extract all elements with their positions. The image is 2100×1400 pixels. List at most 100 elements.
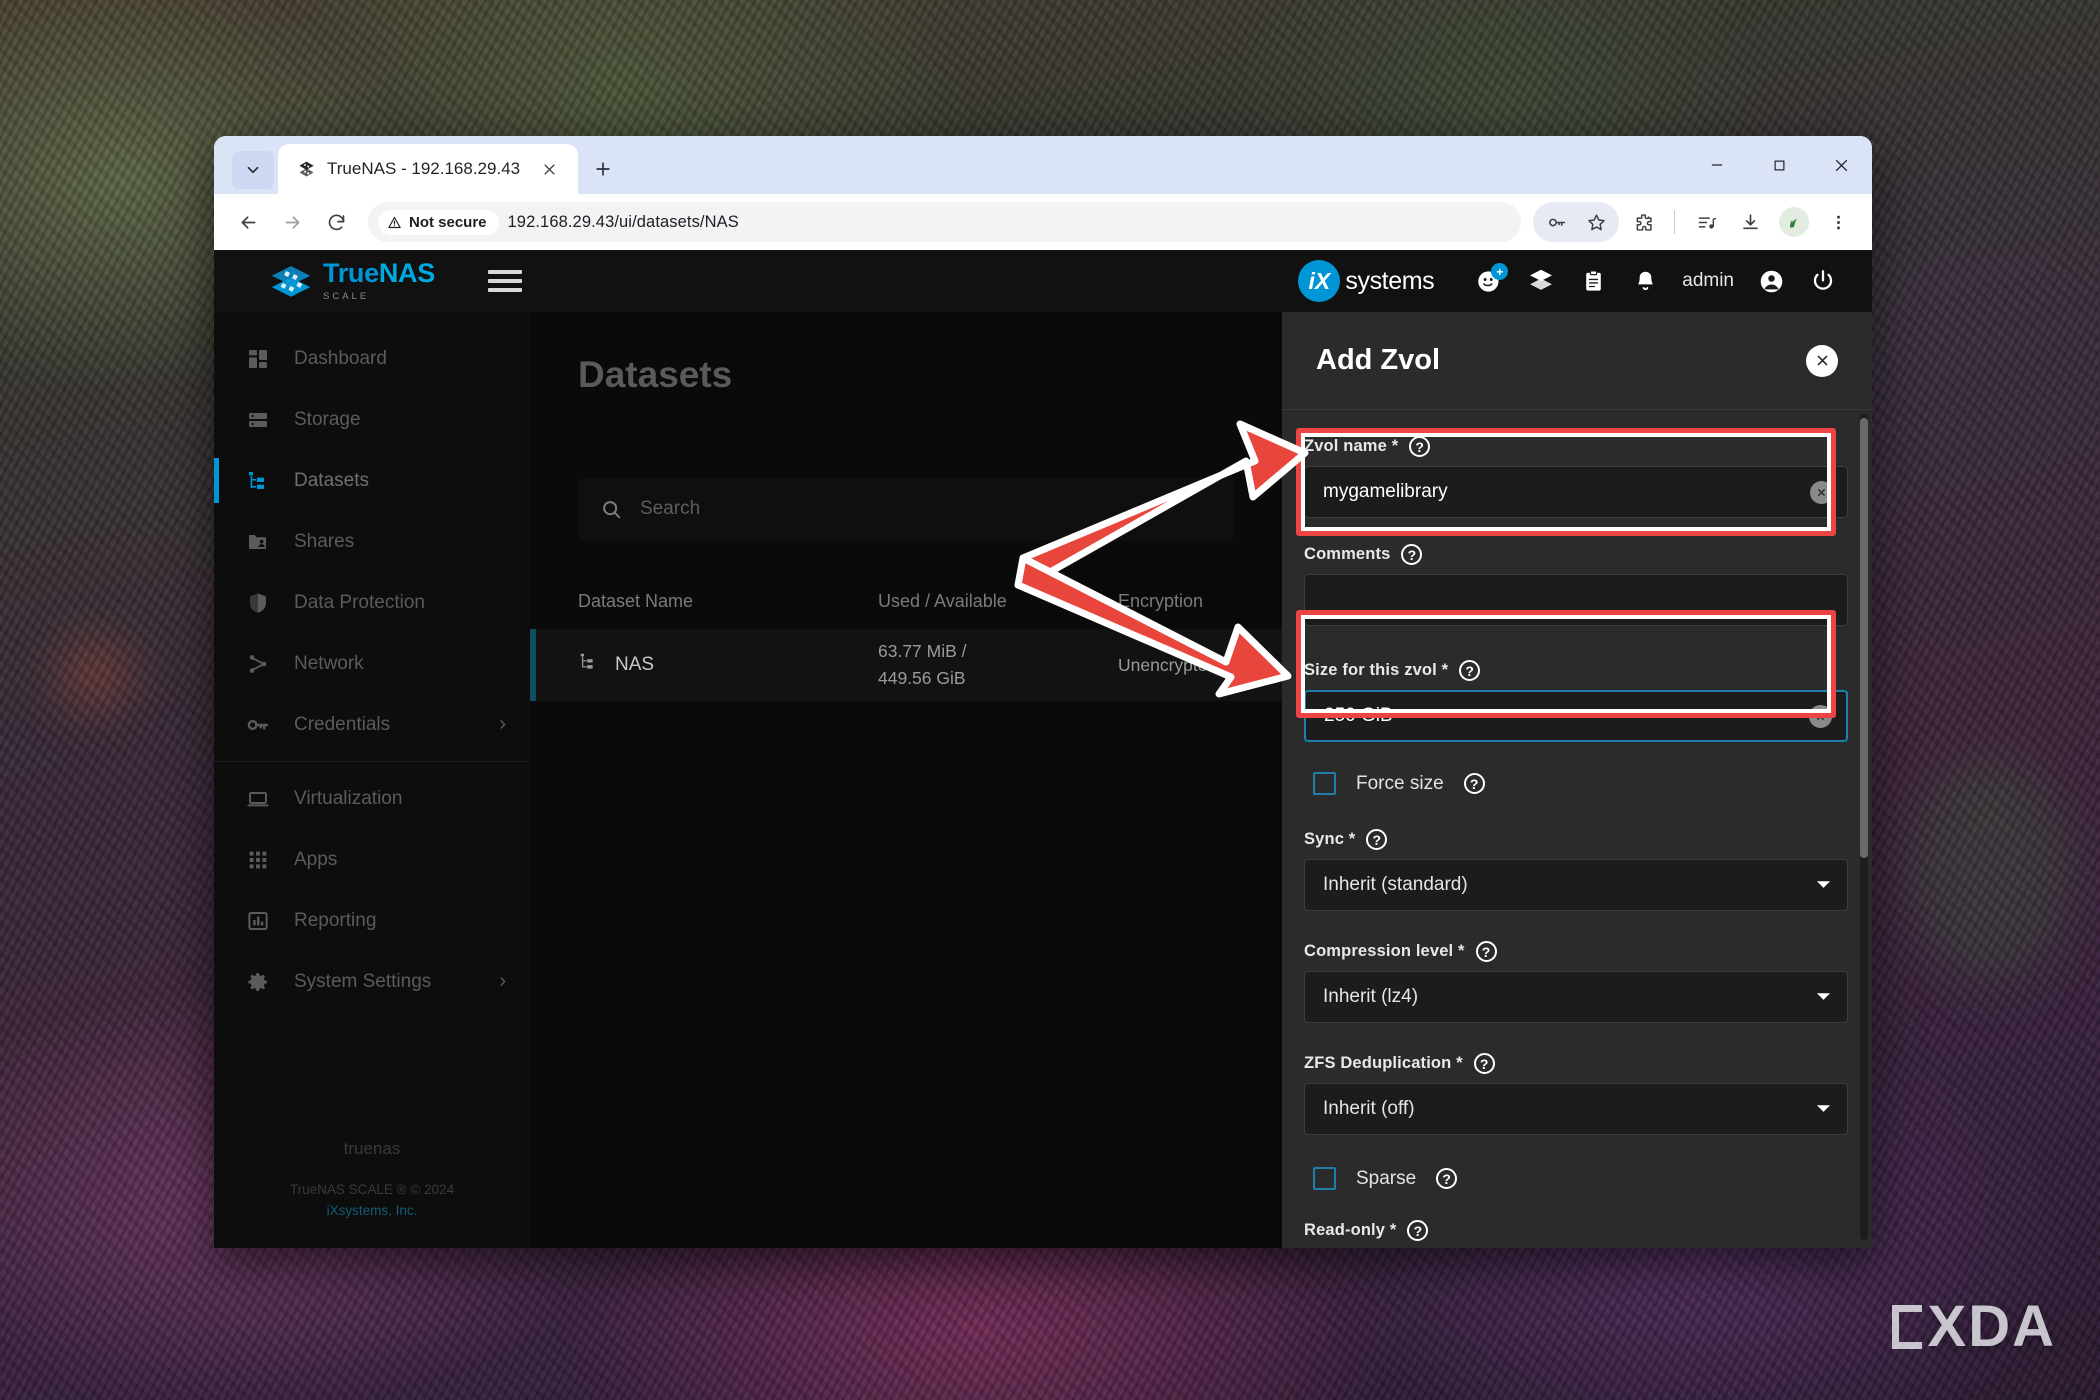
comments-input[interactable] bbox=[1304, 574, 1848, 626]
field-comments: Comments ? bbox=[1304, 544, 1848, 626]
security-indicator[interactable]: Not secure bbox=[378, 209, 499, 235]
notifications-bell-button[interactable] bbox=[1630, 266, 1660, 296]
sidebar-item-credentials[interactable]: Credentials › bbox=[214, 694, 530, 755]
clear-icon[interactable] bbox=[1810, 480, 1833, 504]
help-circle-icon[interactable]: ? bbox=[1475, 941, 1497, 962]
media-list-button[interactable] bbox=[1686, 202, 1726, 242]
jobs-clipboard-button[interactable] bbox=[1578, 266, 1608, 296]
chart-bars-icon bbox=[244, 907, 272, 935]
security-label: Not secure bbox=[409, 213, 487, 231]
sidebar-item-label: Credentials bbox=[294, 713, 391, 735]
apps-grid-icon bbox=[244, 846, 272, 874]
user-avatar-button[interactable] bbox=[1756, 266, 1786, 296]
truenas-brand[interactable]: TrueNAS SCALE bbox=[214, 259, 458, 303]
panel-header: Add Zvol bbox=[1282, 312, 1872, 410]
chevron-down-icon bbox=[1816, 878, 1831, 893]
apps-cube-button[interactable] bbox=[1526, 266, 1556, 296]
help-circle-icon[interactable]: ? bbox=[1409, 436, 1431, 457]
sidebar-item-system-settings[interactable]: System Settings › bbox=[214, 951, 530, 1012]
back-button[interactable] bbox=[228, 202, 268, 242]
sidebar-item-network[interactable]: Network bbox=[214, 633, 530, 694]
sidebar-item-virtualization[interactable]: Virtualization bbox=[214, 768, 530, 829]
datasets-tree-icon bbox=[244, 467, 272, 495]
sidebar-item-shares[interactable]: Shares bbox=[214, 511, 530, 572]
help-circle-icon[interactable]: ? bbox=[1366, 829, 1388, 850]
browser-toolbar: Not secure 192.168.29.43/ui/datasets/NAS bbox=[214, 194, 1872, 250]
field-read-only: Read-only * ? bbox=[1304, 1220, 1848, 1241]
search-input[interactable]: Search bbox=[578, 478, 1234, 540]
panel-title: Add Zvol bbox=[1316, 344, 1441, 376]
help-circle-icon[interactable]: ? bbox=[1407, 1220, 1429, 1241]
password-key-button[interactable] bbox=[1536, 202, 1576, 242]
xda-bracket-icon bbox=[1891, 1305, 1922, 1349]
forward-button[interactable] bbox=[272, 202, 312, 242]
compression-select[interactable]: Inherit (lz4) bbox=[1304, 971, 1848, 1023]
force-size-checkbox[interactable] bbox=[1313, 772, 1336, 795]
browser-tab[interactable]: TrueNAS - 192.168.29.43 bbox=[278, 144, 578, 194]
tab-search-button[interactable] bbox=[232, 151, 274, 189]
compression-value: Inherit (lz4) bbox=[1323, 986, 1419, 1007]
truenas-favicon bbox=[296, 159, 316, 179]
add-user-badge: + bbox=[1491, 263, 1509, 280]
dedup-select[interactable]: Inherit (off) bbox=[1304, 1083, 1848, 1135]
help-circle-icon[interactable]: ? bbox=[1401, 544, 1423, 565]
panel-scrollbar[interactable] bbox=[1860, 414, 1868, 1240]
browser-menu-button[interactable] bbox=[1818, 202, 1858, 242]
shares-folder-icon bbox=[244, 528, 272, 556]
reload-button[interactable] bbox=[316, 202, 356, 242]
sidebar-item-dashboard[interactable]: Dashboard bbox=[214, 328, 530, 389]
panel-close-button[interactable] bbox=[1806, 344, 1838, 377]
minimize-button[interactable] bbox=[1686, 136, 1748, 194]
clear-icon[interactable] bbox=[1809, 704, 1832, 728]
sidebar-item-data-protection[interactable]: Data Protection bbox=[214, 572, 530, 633]
media-list-icon bbox=[1698, 216, 1716, 228]
extensions-button[interactable] bbox=[1623, 202, 1663, 242]
truenas-logo-icon bbox=[270, 264, 312, 298]
sidebar-item-datasets[interactable]: Datasets bbox=[214, 450, 530, 511]
close-window-button[interactable] bbox=[1810, 136, 1872, 194]
scrollbar-thumb[interactable] bbox=[1860, 418, 1868, 858]
bookmark-button[interactable] bbox=[1576, 202, 1616, 242]
help-circle-icon[interactable]: ? bbox=[1436, 1168, 1458, 1189]
zvol-name-input[interactable]: mygamelibrary bbox=[1304, 466, 1848, 518]
address-bar[interactable]: Not secure 192.168.29.43/ui/datasets/NAS bbox=[368, 202, 1521, 242]
table-row[interactable]: NAS 63.77 MiB / 449.56 GiB Unencrypted bbox=[530, 629, 1282, 701]
table-header: Dataset Name Used / Available Encryption… bbox=[530, 582, 1282, 620]
help-circle-icon[interactable]: ? bbox=[1463, 773, 1485, 794]
sidebar-item-label: Apps bbox=[294, 848, 338, 870]
sync-value: Inherit (standard) bbox=[1323, 874, 1468, 895]
profile-button[interactable] bbox=[1774, 202, 1814, 242]
size-input[interactable]: 250 GiB bbox=[1304, 690, 1848, 742]
shield-icon bbox=[244, 589, 272, 617]
profile-avatar-icon bbox=[1779, 207, 1809, 237]
help-circle-icon[interactable]: ? bbox=[1473, 1053, 1495, 1074]
help-circle-icon[interactable]: ? bbox=[1459, 660, 1481, 681]
add-user-button[interactable]: + bbox=[1474, 263, 1509, 296]
extensions-puzzle-icon bbox=[1636, 213, 1652, 231]
maximize-button[interactable] bbox=[1748, 136, 1810, 194]
downloads-button[interactable] bbox=[1730, 202, 1770, 242]
sidebar-item-storage[interactable]: Storage bbox=[214, 389, 530, 450]
laptop-icon bbox=[244, 785, 272, 813]
add-zvol-panel: Add Zvol Zvol name * ? mygamelibrary Com… bbox=[1282, 312, 1872, 1248]
sparse-checkbox[interactable] bbox=[1313, 1167, 1336, 1190]
new-tab-button[interactable] bbox=[588, 154, 618, 184]
xda-watermark: XDA bbox=[1891, 1298, 2056, 1356]
chevron-right-icon: › bbox=[499, 713, 506, 735]
power-button[interactable] bbox=[1808, 266, 1838, 296]
sidebar-item-apps[interactable]: Apps bbox=[214, 829, 530, 890]
sidebar-item-reporting[interactable]: Reporting bbox=[214, 890, 530, 951]
column-header-encryption: Encryption bbox=[1118, 590, 1204, 611]
footer-company-link[interactable]: iXsystems, Inc. bbox=[327, 1203, 418, 1218]
force-size-row[interactable]: Force size ? bbox=[1313, 772, 1848, 795]
key-icon bbox=[244, 711, 272, 739]
sidebar-item-label: Datasets bbox=[294, 469, 369, 491]
tab-close-icon[interactable] bbox=[534, 154, 564, 184]
sparse-row[interactable]: Sparse ? bbox=[1313, 1167, 1848, 1190]
hamburger-menu-icon[interactable] bbox=[488, 270, 522, 292]
sidebar-divider bbox=[214, 761, 530, 762]
sidebar-item-label: System Settings bbox=[294, 970, 432, 992]
forward-arrow-icon bbox=[285, 215, 299, 229]
sync-select[interactable]: Inherit (standard) bbox=[1304, 859, 1848, 911]
sidebar-item-label: Dashboard bbox=[294, 347, 387, 369]
